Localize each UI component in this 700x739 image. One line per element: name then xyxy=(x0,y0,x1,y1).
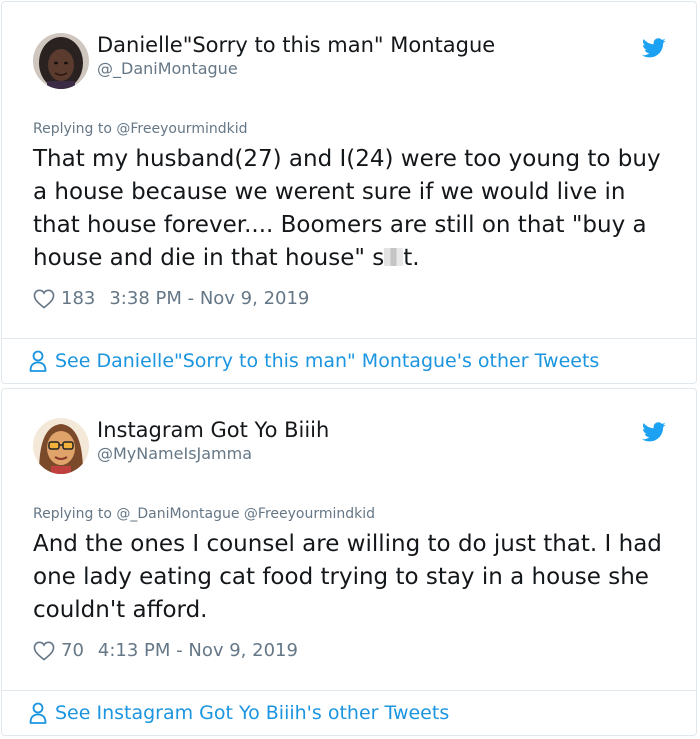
tweet-meta: 70 4:13 PM - Nov 9, 2019 xyxy=(33,640,298,661)
see-other-tweets-link[interactable]: See Danielle"Sorry to this man" Montague… xyxy=(29,350,599,372)
replying-to: Replying to @_DaniMontague @Freeyourmind… xyxy=(33,506,376,522)
tweet-text: That my husband(27) and I(24) were too y… xyxy=(33,143,673,275)
like-count[interactable]: 70 xyxy=(61,640,84,661)
see-other-tweets-label: See Danielle"Sorry to this man" Montague… xyxy=(55,350,600,372)
author-handle[interactable]: @MyNameIsJamma xyxy=(97,444,252,463)
replying-to: Replying to @Freeyourmindkid xyxy=(33,121,248,137)
person-icon xyxy=(29,350,47,372)
heart-icon[interactable] xyxy=(33,289,55,309)
author-name[interactable]: Instagram Got Yo Biiih xyxy=(97,418,329,442)
tweet-card: Danielle"Sorry to this man" Montague @_D… xyxy=(1,1,697,384)
twitter-bird-icon[interactable] xyxy=(642,36,666,60)
tweet-text-part: That my husband(27) and I(24) were too y… xyxy=(33,146,661,271)
person-icon xyxy=(29,702,47,724)
see-other-tweets-label: See Instagram Got Yo Biiih's other Tweet… xyxy=(55,702,450,724)
heart-icon[interactable] xyxy=(33,641,55,661)
timestamp[interactable]: 4:13 PM - Nov 9, 2019 xyxy=(98,640,298,661)
divider xyxy=(2,690,696,691)
timestamp[interactable]: 3:38 PM - Nov 9, 2019 xyxy=(109,288,309,309)
like-count[interactable]: 183 xyxy=(61,288,95,309)
tweet-meta: 183 3:38 PM - Nov 9, 2019 xyxy=(33,288,309,309)
censor-block xyxy=(384,248,404,266)
divider xyxy=(2,338,696,339)
twitter-bird-icon[interactable] xyxy=(642,420,666,444)
tweet-text: And the ones I counsel are willing to do… xyxy=(33,531,662,623)
avatar[interactable] xyxy=(33,33,89,89)
tweet-card: Instagram Got Yo Biiih @MyNameIsJamma Re… xyxy=(1,388,697,736)
author-name[interactable]: Danielle"Sorry to this man" Montague xyxy=(97,33,495,57)
avatar[interactable] xyxy=(33,418,89,474)
see-other-tweets-link[interactable]: See Instagram Got Yo Biiih's other Tweet… xyxy=(29,702,449,724)
tweet-text-part: t. xyxy=(403,245,420,271)
author-handle[interactable]: @_DaniMontague xyxy=(97,59,238,78)
